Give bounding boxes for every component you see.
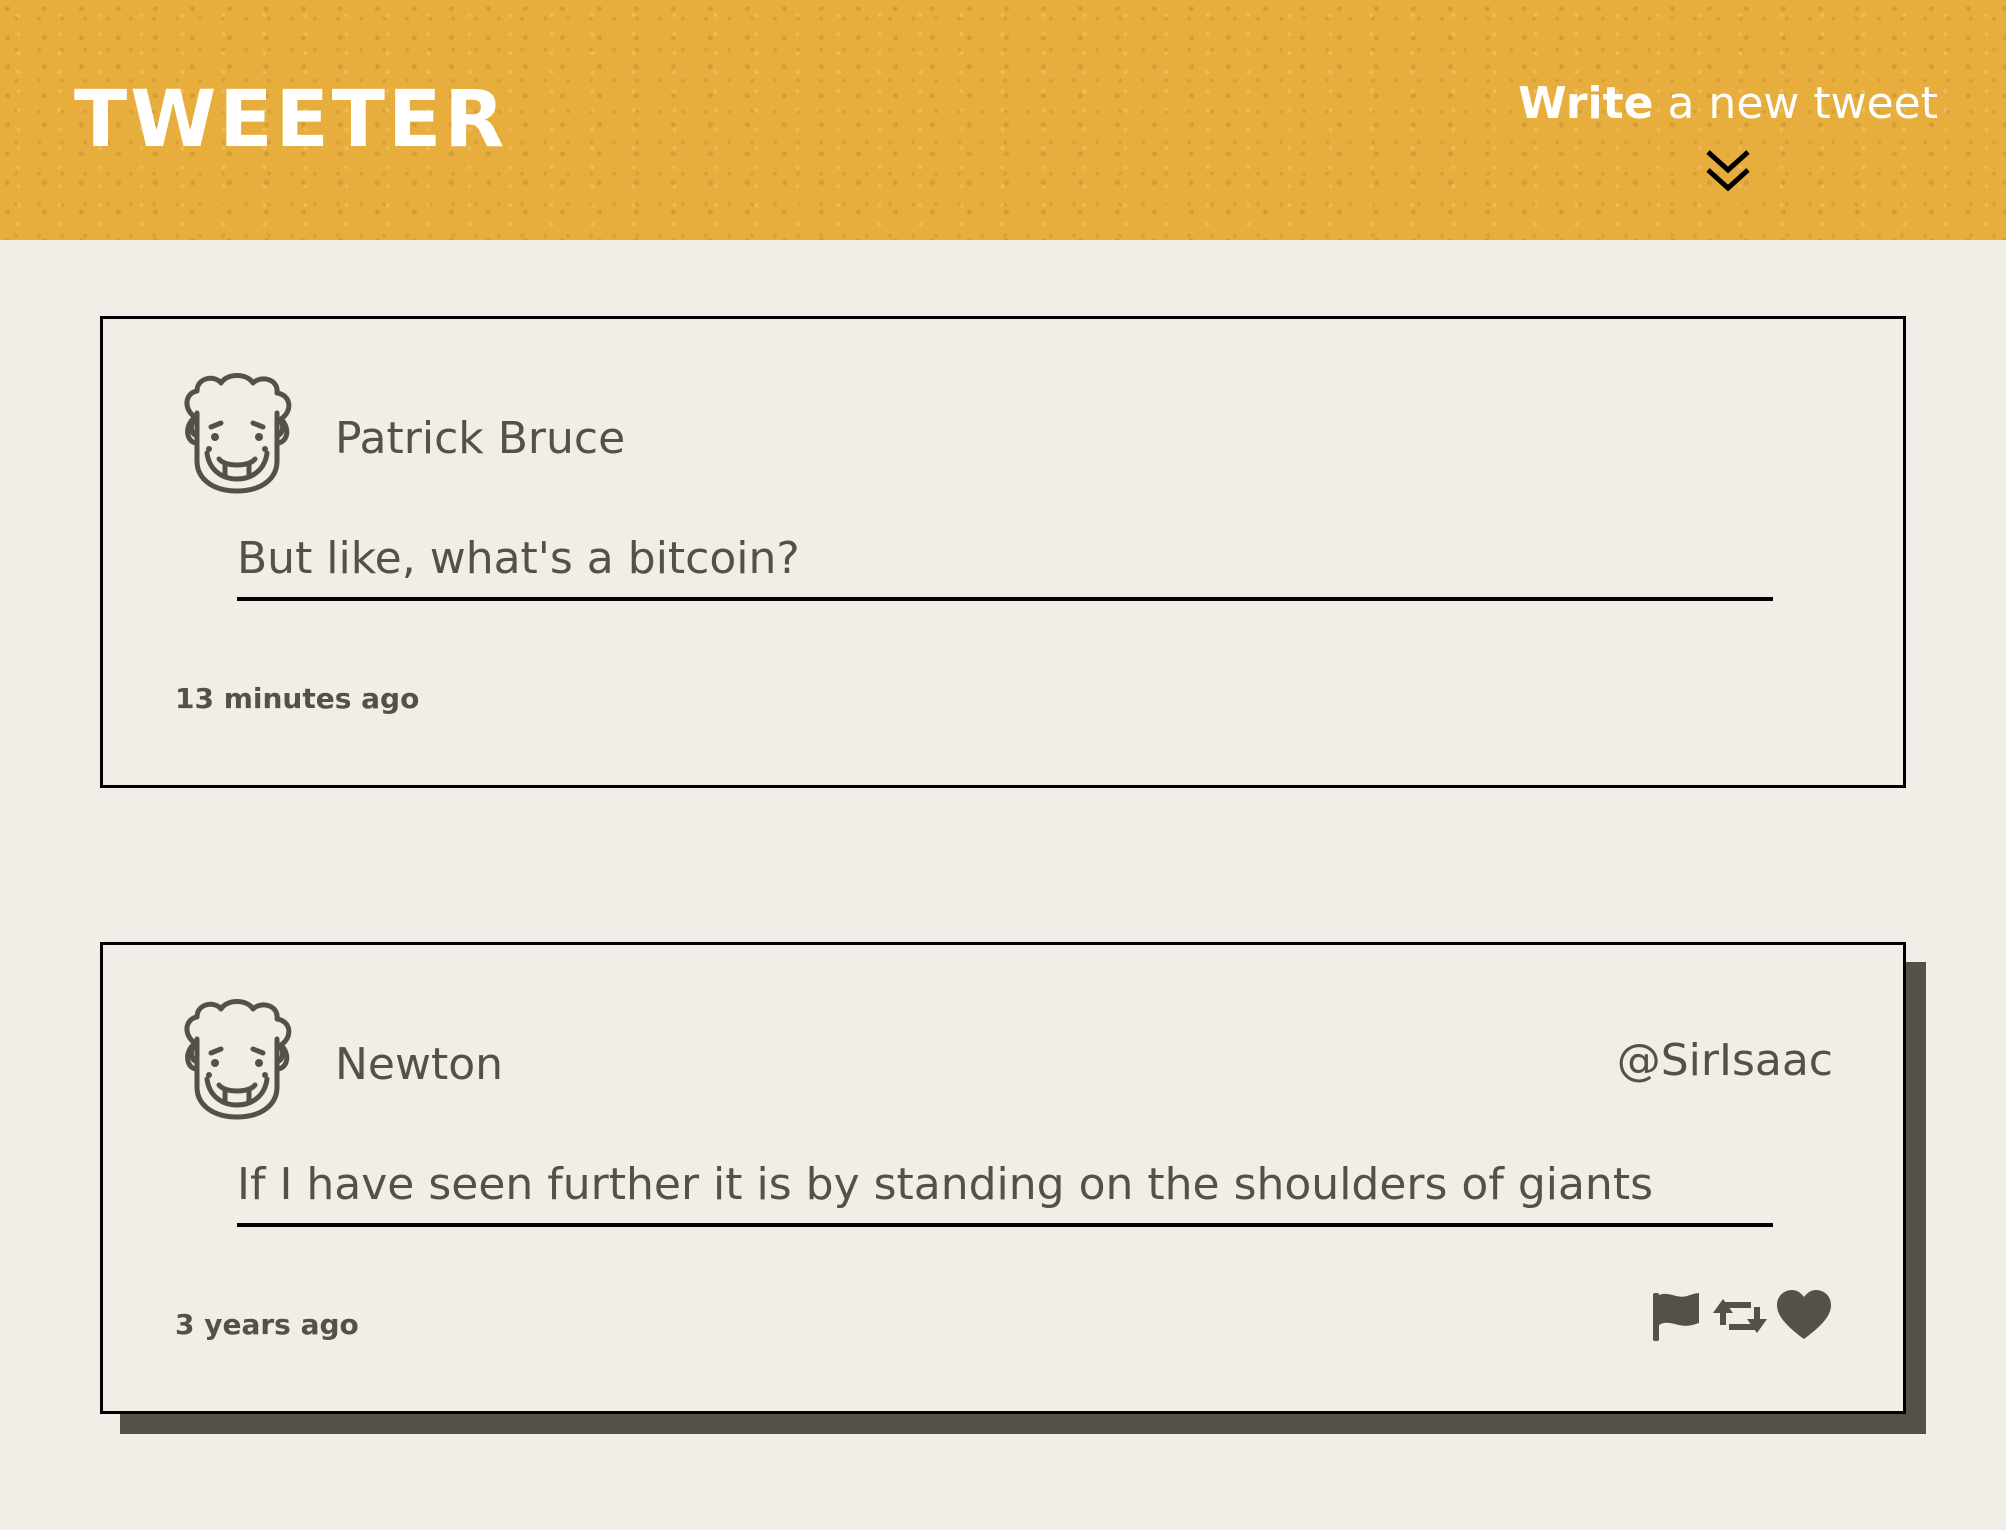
tweet-author-handle: @SirIsaac <box>1616 1035 1833 1086</box>
tweet-timestamp: 3 years ago <box>175 1308 359 1341</box>
avatar <box>184 999 292 1120</box>
retweet-icon[interactable] <box>1711 1287 1769 1345</box>
compose-toggle[interactable]: Write a new tweet <box>1518 76 1938 196</box>
compose-label-bold: Write <box>1518 78 1654 129</box>
tweet-content: But like, what's a bitcoin? <box>237 531 1773 601</box>
tweet-actions <box>1647 1287 1833 1345</box>
tweet-content: If I have seen further it is by standing… <box>237 1157 1773 1227</box>
tweet-timestamp: 13 minutes ago <box>175 682 420 715</box>
flag-icon[interactable] <box>1647 1287 1705 1345</box>
compose-label[interactable]: Write a new tweet <box>1518 76 1938 132</box>
tweet-author-name: Newton <box>335 1039 504 1090</box>
compose-label-rest: a new tweet <box>1653 78 1938 129</box>
tweet-card: Newton @SirIsaac If I have seen further … <box>100 942 1906 1414</box>
heart-icon[interactable] <box>1775 1287 1833 1345</box>
app-logo[interactable]: TWEETER <box>74 78 507 162</box>
tweet-card: Patrick Bruce But like, what's a bitcoin… <box>100 316 1906 788</box>
double-chevron-down-icon[interactable] <box>1703 146 1753 196</box>
top-nav: TWEETER Write a new tweet <box>0 0 2006 240</box>
tweet-author-name: Patrick Bruce <box>335 413 626 464</box>
avatar <box>184 373 292 494</box>
